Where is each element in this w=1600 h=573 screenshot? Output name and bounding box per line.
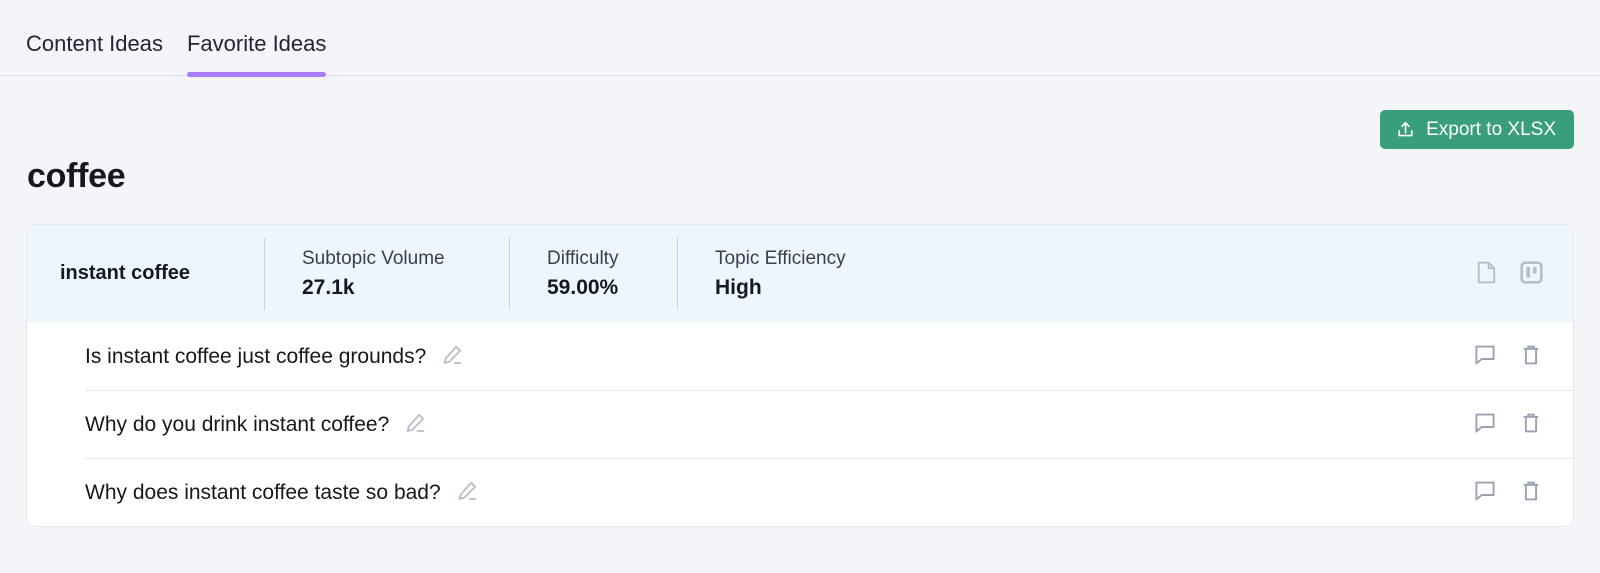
card-header-actions <box>1474 262 1543 286</box>
tab-favorite-ideas[interactable]: Favorite Ideas <box>187 33 326 75</box>
delete-icon-button[interactable] <box>1519 480 1543 504</box>
comment-icon <box>1474 412 1496 437</box>
tab-label: Favorite Ideas <box>187 31 326 56</box>
tab-underline <box>26 72 163 77</box>
trash-icon <box>1520 480 1542 505</box>
edit-idea-button[interactable] <box>455 480 479 504</box>
comment-icon-button[interactable] <box>1473 480 1497 504</box>
board-icon-button[interactable] <box>1519 262 1543 286</box>
edit-idea-button[interactable] <box>403 412 427 436</box>
tab-list: Content Ideas Favorite Ideas <box>0 0 1600 75</box>
metric-label: Subtopic Volume <box>302 249 509 268</box>
metric-subtopic-volume: Subtopic Volume 27.1k <box>264 238 509 310</box>
pencil-icon <box>441 344 463 369</box>
app-root: Content Ideas Favorite Ideas Export to X… <box>0 0 1600 573</box>
metric-topic-efficiency: Topic Efficiency High <box>677 238 877 310</box>
tab-content-ideas[interactable]: Content Ideas <box>26 33 163 75</box>
metric-value: 59.00% <box>547 277 677 298</box>
idea-text: Is instant coffee just coffee grounds? <box>85 346 426 367</box>
idea-row-actions <box>1473 480 1543 504</box>
export-button-label: Export to XLSX <box>1426 119 1556 141</box>
idea-text: Why does instant coffee taste so bad? <box>85 482 441 503</box>
metric-label: Difficulty <box>547 249 677 268</box>
tab-underline-active <box>187 72 326 77</box>
delete-icon-button[interactable] <box>1519 344 1543 368</box>
comment-icon <box>1474 344 1496 369</box>
pencil-icon <box>456 480 478 505</box>
board-icon <box>1520 261 1543 287</box>
idea-text: Why do you drink instant coffee? <box>85 414 389 435</box>
idea-row[interactable]: Is instant coffee just coffee grounds? <box>27 322 1573 390</box>
metric-label: Topic Efficiency <box>715 249 877 268</box>
page-title: coffee <box>27 159 125 193</box>
edit-idea-button[interactable] <box>440 344 464 368</box>
idea-row[interactable]: Why do you drink instant coffee? <box>27 390 1573 458</box>
document-icon-button[interactable] <box>1474 262 1498 286</box>
subtopic-card: instant coffee Subtopic Volume 27.1k Dif… <box>26 224 1574 527</box>
idea-row-actions <box>1473 344 1543 368</box>
pencil-icon <box>404 412 426 437</box>
tab-label: Content Ideas <box>26 31 163 56</box>
metric-difficulty: Difficulty 59.00% <box>509 238 677 310</box>
metric-value: High <box>715 277 877 298</box>
metric-value: 27.1k <box>302 277 509 298</box>
export-to-xlsx-button[interactable]: Export to XLSX <box>1380 110 1574 149</box>
idea-row[interactable]: Why does instant coffee taste so bad? <box>27 458 1573 526</box>
idea-row-actions <box>1473 412 1543 436</box>
tab-bar: Content Ideas Favorite Ideas <box>0 0 1600 76</box>
comment-icon-button[interactable] <box>1473 344 1497 368</box>
trash-icon <box>1520 344 1542 369</box>
comment-icon-button[interactable] <box>1473 412 1497 436</box>
document-icon <box>1476 261 1497 287</box>
subtopic-name: instant coffee <box>27 262 264 285</box>
subtopic-card-header: instant coffee Subtopic Volume 27.1k Dif… <box>27 225 1573 322</box>
trash-icon <box>1520 412 1542 437</box>
delete-icon-button[interactable] <box>1519 412 1543 436</box>
comment-icon <box>1474 480 1496 505</box>
upload-icon <box>1396 120 1415 139</box>
